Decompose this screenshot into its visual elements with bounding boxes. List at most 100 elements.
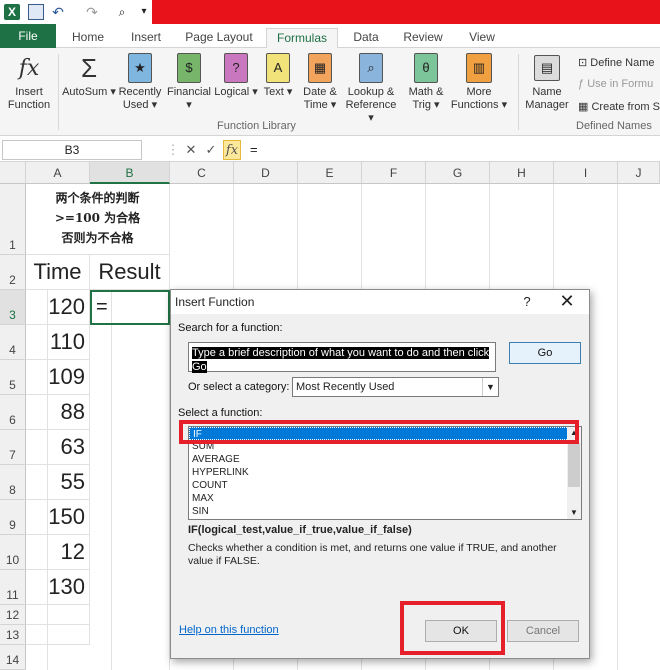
cell-a3[interactable]: 120 [26,290,90,325]
date-time-button[interactable]: ▦ Date & Time ▾ [298,52,342,112]
row-header[interactable]: 8 [0,465,26,500]
row-header[interactable]: 10 [0,535,26,570]
define-name-button[interactable]: ⊡ Define Name [578,56,654,69]
cell-a9[interactable]: 150 [26,500,90,535]
tab-formulas[interactable]: Formulas [266,28,338,48]
excel-logo-icon: X [4,4,20,20]
cell-a8[interactable]: 55 [26,465,90,500]
tab-home[interactable]: Home [64,28,112,48]
math-trig-button[interactable]: θ Math & Trig ▾ [402,52,450,112]
column-header-g[interactable]: G [426,162,490,184]
cell-b2[interactable]: Result [90,255,170,290]
tab-review[interactable]: Review [398,28,448,48]
active-cell-b3[interactable]: = [90,290,170,325]
list-item[interactable]: COUNT [189,479,581,492]
column-header-b[interactable]: B [90,162,170,184]
scroll-thumb[interactable] [568,443,580,487]
text-button[interactable]: A Text ▾ [260,52,296,99]
list-item[interactable]: MAX [189,492,581,505]
calendar-book-icon: ▦ [305,52,335,84]
fx-icon: fx [18,55,40,81]
select-all-corner[interactable] [0,162,26,184]
cancel-entry-button[interactable]: ✕ [182,140,200,160]
cell-a7[interactable]: 63 [26,430,90,465]
save-icon[interactable] [28,4,44,20]
cell-a11[interactable]: 130 [26,570,90,605]
undo-icon[interactable]: ↶ [50,4,66,20]
confirm-entry-button[interactable]: ✓ [202,140,220,160]
recently-used-button[interactable]: ★ Recently Used ▾ [116,52,164,112]
column-header-h[interactable]: H [490,162,554,184]
column-header-d[interactable]: D [234,162,298,184]
print-preview-icon[interactable]: ⌕ [114,4,130,20]
row-header[interactable]: 9 [0,500,26,535]
ribbon-separator [58,54,59,130]
star-book-icon: ★ [125,52,155,84]
list-item[interactable]: AVERAGE [189,453,581,466]
row-header[interactable]: 1 [0,184,26,255]
more-functions-button[interactable]: ▥ More Functions ▾ [450,52,508,112]
name-manager-button[interactable]: ▤ Name Manager [522,52,572,112]
ribbon: fx Insert Function Σ AutoSum ▾ ★ Recentl… [0,48,660,136]
group-function-library: Function Library [217,120,296,132]
tab-insert[interactable]: Insert [122,28,170,48]
close-icon[interactable]: ✕ [555,290,579,314]
formula-input[interactable]: = [250,140,258,160]
cell-a5[interactable]: 109 [26,360,90,395]
name-box[interactable]: B3 [2,140,142,160]
column-header-a[interactable]: A [26,162,90,184]
cell-a4[interactable]: 110 [26,325,90,360]
row-header[interactable]: 6 [0,395,26,430]
scroll-down-icon[interactable]: ▼ [567,507,581,519]
cell-a1-note[interactable]: 两个条件的判断 >=100 为合格 否则为不合格 [26,184,170,255]
tab-file[interactable]: File [0,24,56,48]
use-in-formula-button[interactable]: ƒ Use in Formu [578,78,653,90]
help-link[interactable]: Help on this function [179,624,279,636]
logical-button[interactable]: ? Logical ▾ [214,52,258,99]
cell-a12[interactable] [26,605,90,625]
redo-icon[interactable]: ↷ [84,4,100,20]
row-header[interactable]: 2 [0,255,26,290]
cell-a6[interactable]: 88 [26,395,90,430]
insert-function-button[interactable]: fx Insert Function [4,52,54,112]
financial-book-icon: $ [174,52,204,84]
row-header[interactable]: 14 [0,645,26,670]
grid-icon: ▦ [578,101,589,113]
tab-page-layout[interactable]: Page Layout [180,28,258,48]
column-b-cells[interactable] [90,325,170,670]
column-header-i[interactable]: I [554,162,618,184]
help-icon[interactable]: ? [517,290,537,314]
cell-a13[interactable] [26,625,90,645]
row-header[interactable]: 3 [0,290,26,325]
financial-button[interactable]: $ Financial ▾ [164,52,214,112]
row-header[interactable]: 13 [0,625,26,645]
autosum-button[interactable]: Σ AutoSum ▾ [62,52,116,99]
row-header[interactable]: 12 [0,605,26,625]
category-label: Or select a category: [188,381,290,393]
tab-data[interactable]: Data [346,28,386,48]
row-header[interactable]: 11 [0,570,26,605]
row-header[interactable]: 7 [0,430,26,465]
cancel-button[interactable]: Cancel [507,620,579,642]
go-button[interactable]: Go [509,342,581,364]
create-from-selection-button[interactable]: ▦ Create from S [578,100,660,113]
lookup-reference-button[interactable]: ⌕ Lookup & Reference ▾ [342,52,400,125]
insert-function-fx-button[interactable]: fx [223,140,241,160]
highlight-box [400,601,505,655]
formula-bar: B3 ⋮ ✕ ✓ fx = [0,138,660,162]
category-select[interactable]: Most Recently Used ▼ [292,377,499,397]
cell-a10[interactable]: 12 [26,535,90,570]
row-header[interactable]: 4 [0,325,26,360]
list-item[interactable]: SIN [189,505,581,518]
list-item[interactable]: HYPERLINK [189,466,581,479]
cell-a2[interactable]: Time [26,255,90,290]
column-header-c[interactable]: C [170,162,234,184]
column-header-j[interactable]: J [618,162,660,184]
column-header-f[interactable]: F [362,162,426,184]
search-input[interactable]: Type a brief description of what you wan… [188,342,496,373]
column-header-e[interactable]: E [298,162,362,184]
row-header[interactable]: 5 [0,360,26,395]
tab-view[interactable]: View [460,28,504,48]
logical-book-icon: ? [221,52,251,84]
customize-icon[interactable]: ▾ [136,4,152,20]
